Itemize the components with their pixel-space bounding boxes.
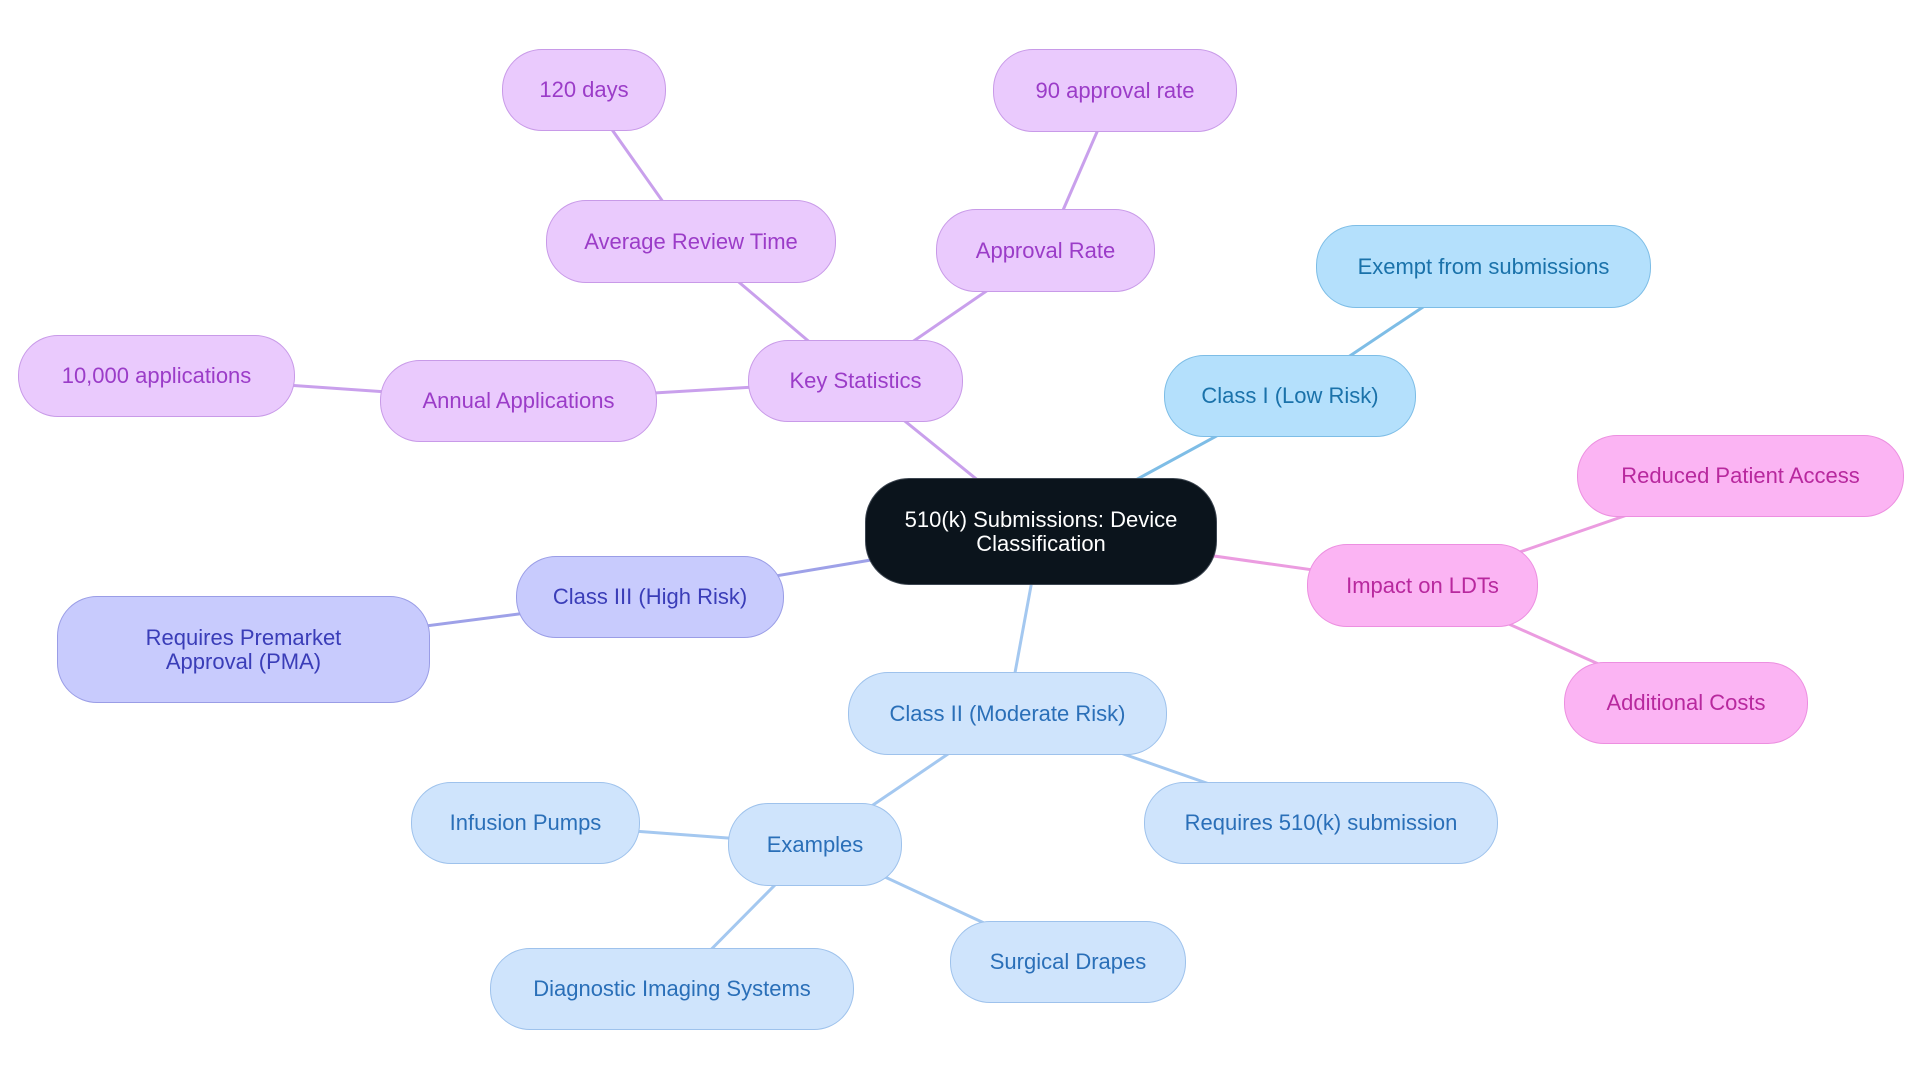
node-label: Examples xyxy=(766,831,864,857)
node-average-review-time[interactable]: Average Review Time xyxy=(546,200,836,283)
root-node[interactable]: 510(k) Submissions: Device Classificatio… xyxy=(865,478,1217,585)
node-surgical-drapes[interactable]: Surgical Drapes xyxy=(950,921,1186,1003)
node-exempt-from-submissions[interactable]: Exempt from submissions xyxy=(1316,225,1651,308)
node-additional-costs[interactable]: Additional Costs xyxy=(1564,662,1808,744)
node-10000-applications[interactable]: 10,000 applications xyxy=(18,335,295,417)
node-label: Requires Premarket Approval (PMA) xyxy=(145,624,342,674)
node-class-iii-high-risk[interactable]: Class III (High Risk) xyxy=(516,556,784,638)
node-class-ii-moderate-risk[interactable]: Class II (Moderate Risk) xyxy=(848,672,1167,755)
node-label: Requires 510(k) submission xyxy=(1184,810,1458,835)
node-label: Reduced Patient Access xyxy=(1621,463,1860,488)
node-label: Class II (Moderate Risk) xyxy=(889,700,1126,726)
node-label: Additional Costs xyxy=(1606,690,1766,715)
node-key-statistics[interactable]: Key Statistics xyxy=(748,340,963,422)
node-label: 120 days xyxy=(539,77,629,102)
node-diagnostic-imaging-systems[interactable]: Diagnostic Imaging Systems xyxy=(490,948,854,1030)
node-class-i-low-risk[interactable]: Class I (Low Risk) xyxy=(1164,355,1416,437)
root-node-label: 510(k) Submissions: Device Classificatio… xyxy=(904,506,1178,556)
node-90-approval-rate[interactable]: 90 approval rate xyxy=(993,49,1237,132)
node-label: 90 approval rate xyxy=(1035,77,1195,103)
node-label: Key Statistics xyxy=(789,368,922,393)
node-label: Class III (High Risk) xyxy=(552,584,748,609)
node-examples[interactable]: Examples xyxy=(728,803,902,886)
node-120-days[interactable]: 120 days xyxy=(502,49,666,131)
node-impact-on-ldts[interactable]: Impact on LDTs xyxy=(1307,544,1538,627)
node-label: Average Review Time xyxy=(584,228,798,254)
node-label: Class I (Low Risk) xyxy=(1201,383,1379,408)
node-label: Impact on LDTs xyxy=(1346,572,1499,598)
node-approval-rate[interactable]: Approval Rate xyxy=(936,209,1155,292)
node-requires-510k-submission[interactable]: Requires 510(k) submission xyxy=(1144,782,1498,864)
node-requires-premarket-approval[interactable]: Requires Premarket Approval (PMA) xyxy=(57,596,430,703)
node-infusion-pumps[interactable]: Infusion Pumps xyxy=(411,782,640,864)
node-reduced-patient-access[interactable]: Reduced Patient Access xyxy=(1577,435,1904,517)
node-label: 10,000 applications xyxy=(61,363,252,388)
node-annual-applications[interactable]: Annual Applications xyxy=(380,360,657,442)
node-label: Infusion Pumps xyxy=(449,810,602,835)
node-label: Surgical Drapes xyxy=(989,949,1147,974)
node-label: Annual Applications xyxy=(422,388,615,413)
node-label: Diagnostic Imaging Systems xyxy=(533,976,811,1001)
node-label: Approval Rate xyxy=(975,237,1116,263)
node-label: Exempt from submissions xyxy=(1357,253,1610,279)
